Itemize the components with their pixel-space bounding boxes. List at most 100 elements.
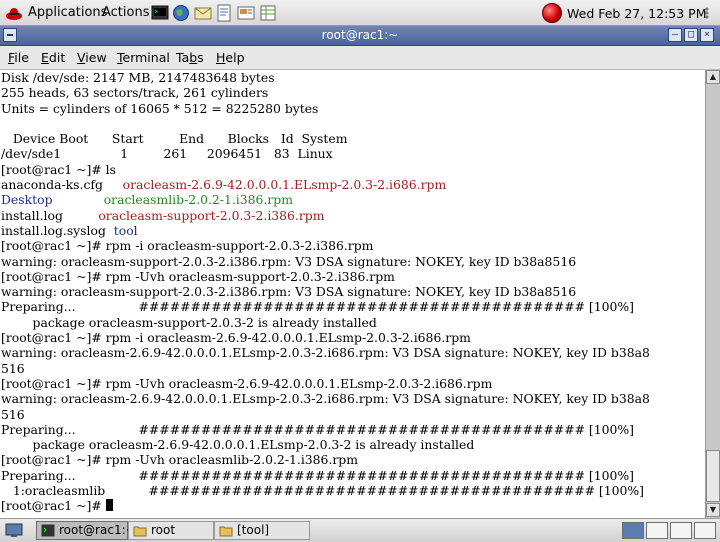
terminal-line: Desktop oracleasmlib-2.0.2-1.i386.rpm [1,192,650,207]
terminal-text: package oracleasm-2.6.9-42.0.0.0.1.ELsmp… [1,437,475,453]
folder-icon [219,526,233,537]
terminal-text: /dev/sde1 1 261 2096451 83 Linux [1,146,333,162]
terminal-text: Preparing... ###########################… [1,467,634,483]
terminal-line: warning: oracleasm-2.6.9-42.0.0.0.1.ELsm… [1,391,650,406]
terminal-text: [root@rac1 ~]# rpm -Uvh oracleasm-2.6.9-… [1,375,493,391]
terminal-line: 516 [1,361,650,376]
workspace-1[interactable] [622,522,644,539]
scroll-down-icon[interactable]: ▼ [706,503,720,517]
terminal-text: [root@rac1 ~]# ls [1,161,116,177]
terminal-line: [root@rac1 ~]# rpm -i oracleasm-support-… [1,238,650,253]
menu-tabs[interactable]: Tabs [176,50,204,65]
terminal-text: Preparing... ###########################… [1,421,634,437]
terminal-line: 516 [1,407,650,422]
terminal-text: 1:oracleasmlib #########################… [1,483,645,499]
terminal-text: [root@rac1 ~]# [1,498,106,514]
terminal-line: Preparing... ###########################… [1,422,650,437]
close-button[interactable]: × [700,28,714,42]
terminal-line: [root@rac1 ~]# rpm -Uvh oracleasm-2.6.9-… [1,376,650,391]
bottom-panel: root@rac1:~ root [tool] [0,518,720,542]
terminal-line: /dev/sde1 1 261 2096451 83 Linux [1,146,650,161]
menu-terminal[interactable]: Terminal [117,50,170,65]
ls-entry-dir: tool [113,222,138,238]
window-title: root@rac1:~ [321,28,399,42]
menu-bar: File Edit View Terminal Tabs Help [0,46,720,70]
terminal-text: install.log.syslog [1,222,114,238]
terminal-line: warning: oracleasm-support-2.0.3-2.i386.… [1,284,650,299]
show-desktop-icon[interactable] [5,523,23,538]
task-root-folder[interactable]: root [128,521,214,540]
terminal-text: [root@rac1 ~]# rpm -Uvh oracleasm-suppor… [1,268,395,284]
menu-file[interactable]: File [8,50,29,65]
redhat-logo-icon[interactable] [5,4,23,22]
terminal-text: Units = cylinders of 16065 * 512 = 82252… [1,100,319,116]
ls-entry-rpm: oracleasm-support-2.0.3-2.i386.rpm [98,207,325,223]
terminal-lines: Disk /dev/sde: 2147 MB, 2147483648 bytes… [1,70,650,514]
actions-menu[interactable]: Actions [102,5,150,20]
terminal-text: install.log [1,207,99,223]
terminal-text: [root@rac1 ~]# rpm -Uvh oracleasmlib-2.0… [1,452,358,468]
terminal-text: [root@rac1 ~]# rpm -i oracleasm-2.6.9-42… [1,330,471,346]
task-label: [tool] [237,523,270,537]
terminal-text: warning: oracleasm-2.6.9-42.0.0.0.1.ELsm… [1,345,650,361]
menu-help[interactable]: Help [216,50,245,65]
top-panel: Applications Actions Wed Feb 27, 12:53 P… [0,0,720,26]
terminal-line: Preparing... ###########################… [1,299,650,314]
terminal-line: [root@rac1 ~]# rpm -Uvh oracleasm-suppor… [1,269,650,284]
terminal-cursor [105,499,113,512]
terminal-window: root@rac1:~ – □ × File Edit View Termina… [0,26,720,518]
clock[interactable]: Wed Feb 27, 12:53 PM [567,6,707,21]
task-tool-folder[interactable]: [tool] [214,521,310,540]
terminal-text: Disk /dev/sde: 2147 MB, 2147483648 bytes [1,70,275,85]
menu-edit[interactable]: Edit [41,50,65,65]
terminal-line: Disk /dev/sde: 2147 MB, 2147483648 bytes [1,70,650,85]
terminal-line: 1:oracleasmlib #########################… [1,483,650,498]
applications-menu[interactable]: Applications [28,5,107,20]
terminal-line: package oracleasm-2.6.9-42.0.0.0.1.ELsmp… [1,437,650,452]
terminal-line: warning: oracleasm-2.6.9-42.0.0.0.1.ELsm… [1,345,650,360]
maximize-button[interactable]: □ [684,28,698,42]
impress-icon[interactable] [237,4,255,22]
terminal-text: warning: oracleasm-support-2.0.3-2.i386.… [1,253,577,269]
terminal-text: anaconda-ks.cfg [1,177,123,193]
workspace-2[interactable] [646,522,668,539]
menu-view[interactable]: View [77,50,107,65]
terminal-scrollbar[interactable]: ▲ ▼ [705,70,720,518]
terminal-line: warning: oracleasm-support-2.0.3-2.i386.… [1,254,650,269]
terminal-text: 255 heads, 63 sectors/track, 261 cylinde… [1,85,269,101]
workspace-3[interactable] [670,522,692,539]
panel-handle-icon[interactable] [700,4,714,22]
minimize-button[interactable]: – [668,28,682,42]
workspace-4[interactable] [694,522,716,539]
terminal-line: 255 heads, 63 sectors/track, 261 cylinde… [1,85,650,100]
ls-entry-exe: oracleasmlib-2.0.2-1.i386.rpm [103,192,293,208]
terminal-line: package oracleasm-support-2.0.3-2 is alr… [1,315,650,330]
calc-icon[interactable] [259,4,277,22]
writer-icon[interactable] [215,4,233,22]
terminal-text: Preparing... ###########################… [1,299,634,315]
terminal-text: 516 [1,360,25,376]
terminal-line: Preparing... ###########################… [1,468,650,483]
terminal-line: Device Boot Start End Blocks Id System [1,131,650,146]
terminal-output[interactable]: Disk /dev/sde: 2147 MB, 2147483648 bytes… [0,70,705,518]
ls-entry-rpm: oracleasm-2.6.9-42.0.0.0.1.ELsmp-2.0.3-2… [122,177,447,193]
terminal-line: install.log.syslog tool [1,223,650,238]
terminal-line: Units = cylinders of 16065 * 512 = 82252… [1,101,650,116]
ls-entry-dir: Desktop [1,192,53,208]
terminal-icon [41,524,55,537]
update-alert-icon[interactable] [542,3,562,23]
terminal-line: [root@rac1 ~]# rpm -Uvh oracleasmlib-2.0… [1,452,650,467]
terminal-line: anaconda-ks.cfg oracleasm-2.6.9-42.0.0.0… [1,177,650,192]
scroll-up-icon[interactable]: ▲ [706,70,720,84]
terminal-text: 516 [1,406,25,422]
browser-icon[interactable] [172,4,190,22]
email-icon[interactable] [194,4,212,22]
terminal-icon[interactable] [151,4,169,22]
terminal-line: install.log oracleasm-support-2.0.3-2.i3… [1,208,650,223]
scrollbar-thumb[interactable] [706,450,720,502]
task-terminal[interactable]: root@rac1:~ [36,521,136,540]
window-titlebar[interactable]: root@rac1:~ – □ × [0,26,720,46]
terminal-text: Device Boot Start End Blocks Id System [1,131,348,147]
